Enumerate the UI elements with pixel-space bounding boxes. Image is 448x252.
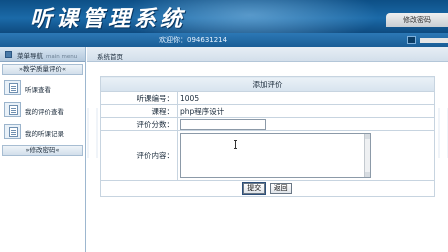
- content-label: 评价内容：: [100, 130, 178, 181]
- document-icon: [4, 80, 21, 95]
- bar-strip: [420, 38, 448, 43]
- sidebar-title: 菜单导航 main menu: [17, 52, 78, 60]
- back-button[interactable]: 返回: [269, 183, 292, 194]
- welcome-bar: 欢迎你：094631214: [0, 33, 448, 47]
- sidebar-title-en: main menu: [46, 54, 78, 60]
- sidebar-header: 菜单导航 main menu: [0, 47, 85, 62]
- sidebar-item-label: 我的听课记录: [25, 130, 64, 138]
- lesson-id-value: 1005: [177, 91, 435, 105]
- app-title: 听课管理系统: [30, 6, 187, 32]
- lesson-id-label: 听课编号：: [100, 91, 178, 105]
- submit-button[interactable]: 提交: [242, 182, 267, 195]
- score-label: 评价分数：: [100, 117, 178, 131]
- course-value: php程序设计: [177, 104, 435, 118]
- course-label: 课程：: [100, 104, 178, 118]
- document-icon: [4, 124, 21, 139]
- section-change-password[interactable]: »修改密码«: [2, 145, 83, 156]
- sidebar: 菜单导航 main menu »教学质量评价« 听课查看 我的评价查看 我的听课记…: [0, 47, 86, 252]
- sidebar-item-label: 听课查看: [25, 86, 51, 94]
- sidebar-item-my-evaluations[interactable]: 我的评价查看: [2, 101, 83, 119]
- toggle-icon[interactable]: [407, 36, 416, 44]
- add-evaluation-form: 添加评价 听课编号： 1005 课程： php程序设计 评价分数： 评价内容：: [100, 76, 435, 197]
- sidebar-item-view-lectures[interactable]: 听课查看: [2, 79, 83, 97]
- form-title: 添加评价: [100, 76, 435, 92]
- breadcrumb-home[interactable]: 系统首页: [97, 51, 123, 61]
- menu-icon: [5, 51, 12, 58]
- main-content: 添加评价 听课编号： 1005 课程： php程序设计 评价分数： 评价内容：: [87, 63, 448, 252]
- text-cursor-icon: [234, 140, 237, 149]
- document-icon: [4, 102, 21, 117]
- scroll-up-icon[interactable]: [365, 134, 370, 139]
- change-password-tab[interactable]: 修改密码: [386, 13, 448, 27]
- sidebar-item-label: 我的评价查看: [25, 108, 64, 116]
- section-teaching-evaluation[interactable]: »教学质量评价«: [2, 64, 83, 75]
- score-input[interactable]: [180, 119, 266, 130]
- sidebar-item-my-lecture-records[interactable]: 我的听课记录: [2, 123, 83, 141]
- app-banner: 听课管理系统 修改密码: [0, 0, 448, 33]
- welcome-text: 欢迎你：094631214: [159, 36, 228, 44]
- scroll-down-icon[interactable]: [365, 172, 370, 177]
- textarea-scrollbar[interactable]: [364, 134, 370, 177]
- content-textarea[interactable]: [180, 133, 371, 178]
- breadcrumb: 系统首页: [87, 47, 448, 62]
